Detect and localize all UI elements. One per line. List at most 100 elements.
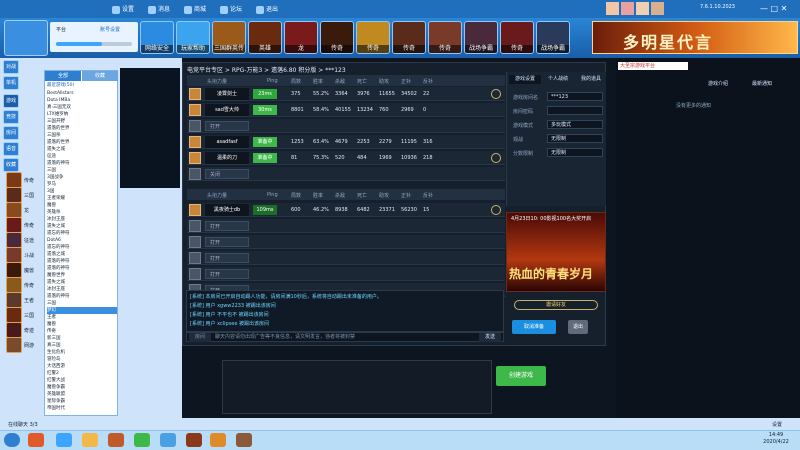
game-shortcut-icon[interactable]: [6, 217, 22, 233]
game-taskbar-icon[interactable]: [108, 433, 124, 447]
tree-item[interactable]: 3国: [47, 188, 117, 195]
tree-item[interactable]: 真三国: [47, 342, 117, 349]
game-shortcut-icon[interactable]: [6, 322, 22, 338]
tree-item[interactable]: 传奇: [47, 328, 117, 335]
tab-game-settings[interactable]: 游戏设置: [509, 75, 541, 84]
wechat-icon[interactable]: [134, 433, 150, 447]
tree-item[interactable]: 3国战争: [47, 174, 117, 181]
tree-item[interactable]: 帝国时代: [47, 405, 117, 412]
tree-item[interactable]: 征途: [47, 153, 117, 160]
tree-item[interactable]: 遗忘的神符: [47, 230, 117, 237]
slot-select[interactable]: 打开: [205, 221, 249, 231]
game-icon[interactable]: 战场争霸: [464, 21, 498, 54]
qq-icon[interactable]: [160, 433, 176, 447]
tree-item[interactable]: 三国杀: [47, 132, 117, 139]
game-icon[interactable]: 传奇: [392, 21, 426, 54]
logout-menu[interactable]: 退出: [256, 4, 278, 14]
tree-item[interactable]: 冒险岛: [47, 356, 117, 363]
game-icon[interactable]: 传奇: [500, 21, 534, 54]
tree-item[interactable]: BestAllstars: [47, 90, 117, 97]
settings-menu[interactable]: 设置: [112, 4, 134, 14]
tree-item[interactable]: 魔兽世界: [47, 272, 117, 279]
tree-item[interactable]: 梦幻: [47, 307, 117, 314]
chat-bubble-icon[interactable]: [491, 89, 501, 99]
tab-rooms[interactable]: 房间: [3, 126, 19, 140]
avatar[interactable]: [606, 2, 619, 15]
game-taskbar-icon[interactable]: [236, 433, 252, 447]
setting-value[interactable]: [547, 106, 603, 115]
avatar[interactable]: [189, 88, 201, 100]
tab-games[interactable]: 游戏: [3, 94, 19, 108]
avatar[interactable]: [189, 152, 201, 164]
game-shortcut-icon[interactable]: [6, 232, 22, 248]
avatar[interactable]: [189, 136, 201, 148]
tree-item[interactable]: 生化危机: [47, 349, 117, 356]
create-game-button[interactable]: 创建游戏: [496, 366, 546, 386]
send-button[interactable]: 发送: [479, 333, 501, 342]
slot-select[interactable]: 打开: [205, 121, 249, 131]
tree-item[interactable]: 三国: [47, 300, 117, 307]
search-input[interactable]: 大圣宗游戏平台: [618, 62, 688, 70]
player-row[interactable]: 黑夜骑士db 109ms 600 46.2% 8938 6482 23371 56230 15: [187, 203, 505, 217]
tab-voice[interactable]: 语音: [3, 142, 19, 156]
tree-item[interactable]: LTX维罗纳: [47, 111, 117, 118]
chat-bubble-icon[interactable]: [491, 153, 501, 163]
avatar[interactable]: [621, 2, 634, 15]
tree-item[interactable]: 英雄杀: [47, 209, 117, 216]
tree-item[interactable]: 遗失之城: [47, 146, 117, 153]
game-ad[interactable]: 4月23日10: 00影视100名大奖开启 热血的青春岁月: [506, 212, 606, 292]
game-shortcut-icon[interactable]: [6, 247, 22, 263]
tree-item[interactable]: 遗落的神符: [47, 265, 117, 272]
slot-select[interactable]: 打开: [205, 237, 249, 247]
tab-latest-notice[interactable]: 最新通知: [752, 80, 772, 87]
game-shortcut-icon[interactable]: [6, 292, 22, 308]
player-row[interactable]: 打开: [187, 235, 505, 249]
tree-item[interactable]: 魔兽争霸: [47, 384, 117, 391]
tab-my-stats[interactable]: 个人战绩: [542, 75, 574, 84]
game-shortcut-icon[interactable]: [6, 172, 22, 188]
player-row[interactable]: 打开: [187, 119, 505, 133]
game-shortcut-icon[interactable]: [6, 337, 22, 353]
tree-item[interactable]: 罗马: [47, 181, 117, 188]
tree-item[interactable]: 真·三国无双: [47, 104, 117, 111]
player-row[interactable]: asadfasf 准备中 1253 63.4% 4679 2253 2279 11195 316: [187, 135, 505, 149]
tree-item[interactable]: 遗落的神符: [47, 258, 117, 265]
tree-item[interactable]: 遗失之城: [47, 279, 117, 286]
tree-item[interactable]: 三国: [47, 167, 117, 174]
tree-item[interactable]: 遗落之城: [47, 251, 117, 258]
game-icon[interactable]: 传奇: [320, 21, 354, 54]
player-row[interactable]: 打开: [187, 219, 505, 233]
tree-item[interactable]: 遗落的神符: [47, 293, 117, 300]
tree-item[interactable]: 三国开野: [47, 118, 117, 125]
tree-item[interactable]: 星际争霸: [47, 398, 117, 405]
store-menu[interactable]: 商城: [184, 4, 206, 14]
setting-value[interactable]: 多玩模式: [547, 120, 603, 129]
tree-item[interactable]: 王者荣耀: [47, 195, 117, 202]
ad-banner[interactable]: 多明星代言: [592, 21, 798, 54]
tree-item[interactable]: 红警大战: [47, 377, 117, 384]
tab-compete[interactable]: 竞技: [3, 110, 19, 124]
forum-menu[interactable]: 论坛: [220, 4, 242, 14]
tree-item[interactable]: 遗忘的神符: [47, 244, 117, 251]
tree-item[interactable]: 魔兽: [47, 202, 117, 209]
game-icon[interactable]: 龙: [284, 21, 318, 54]
player-row[interactable]: 关闭: [187, 167, 505, 181]
window-controls[interactable]: — □ ✕: [760, 4, 787, 13]
chat-bubble-icon[interactable]: [491, 205, 501, 215]
tab-all[interactable]: 全部: [45, 71, 81, 81]
player-row[interactable]: 凌霄剑士 23ms 375 55.2% 3364 3976 11655 34502 22: [187, 87, 505, 101]
game-icon[interactable]: 玩家帮助: [176, 21, 210, 54]
folder-icon[interactable]: [82, 433, 98, 447]
game-icon[interactable]: 网络安全: [140, 21, 174, 54]
game-shortcut-icon[interactable]: [6, 262, 22, 278]
chat-input[interactable]: 聊天内容请勿出现广告等不良信息，请文明发言，违者将被封禁: [215, 333, 465, 342]
leave-button[interactable]: 退出: [568, 320, 588, 334]
tree-item[interactable]: 大话西游: [47, 363, 117, 370]
tree-item[interactable]: 新三国: [47, 335, 117, 342]
tab-favorites[interactable]: 收藏: [3, 158, 19, 172]
game-shortcut-icon[interactable]: [6, 277, 22, 293]
invite-friends-button[interactable]: 邀请好友: [514, 300, 598, 310]
game-icon[interactable]: 三国群英传: [212, 21, 246, 54]
tree-item[interactable]: 王者: [47, 314, 117, 321]
avatar[interactable]: [651, 2, 664, 15]
